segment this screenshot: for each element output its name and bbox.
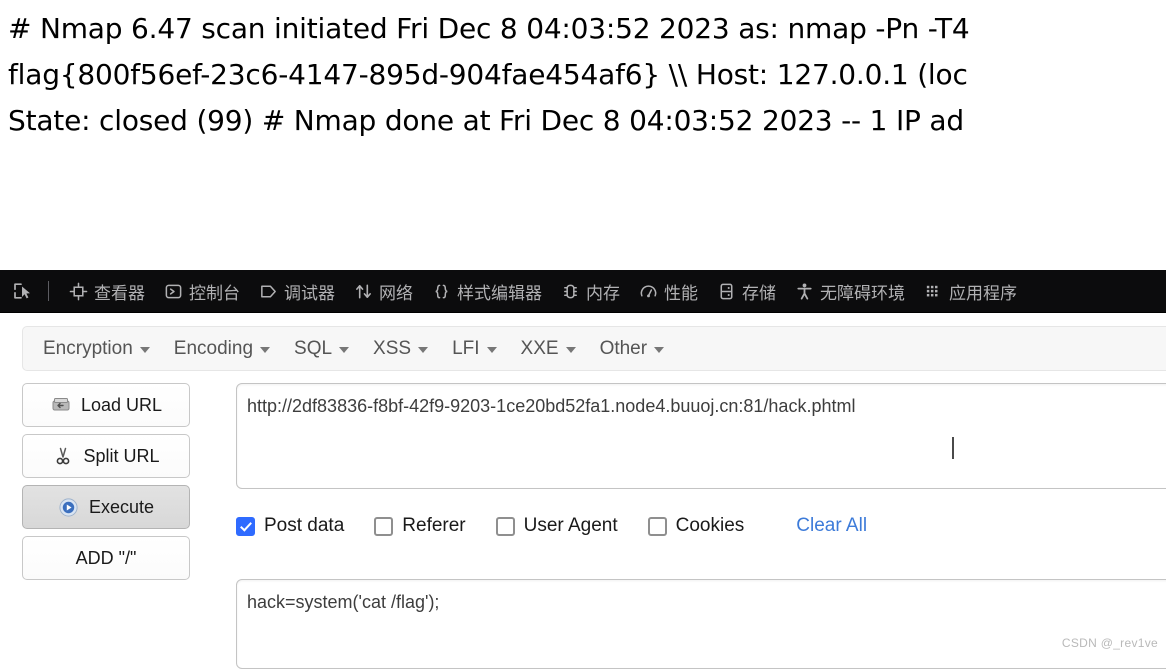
csdn-watermark: CSDN @_rev1ve bbox=[1061, 636, 1158, 650]
nmap-output-line: flag{800f56ef-23c6-4147-895d-904fae454af… bbox=[8, 58, 968, 91]
post-data-value: hack=system('cat /flag'); bbox=[247, 592, 440, 612]
chevron-down-icon bbox=[654, 347, 665, 353]
button-label: Execute bbox=[88, 496, 155, 517]
option-label: User Agent bbox=[523, 515, 618, 536]
option-label: Referer bbox=[402, 515, 466, 536]
post-data-checkbox[interactable] bbox=[236, 516, 255, 536]
devtools-tab-label: 存储 bbox=[742, 283, 776, 304]
devtools-tab-label: 网络 bbox=[379, 283, 413, 304]
button-label: Split URL bbox=[83, 445, 160, 466]
option-user-agent[interactable]: User Agent bbox=[495, 515, 618, 537]
menu-label: XSS bbox=[373, 337, 412, 359]
execute-button[interactable]: Execute bbox=[22, 485, 190, 529]
devtools-tab-console[interactable]: 控制台 bbox=[154, 270, 249, 312]
hackbar-menu-bar: Encryption Encoding SQL XSS LFI XXE Othe… bbox=[22, 326, 1166, 371]
menu-label: LFI bbox=[452, 337, 480, 359]
menu-xss[interactable]: XSS bbox=[361, 327, 440, 370]
option-label: Cookies bbox=[675, 515, 745, 536]
post-data-input[interactable]: hack=system('cat /flag'); bbox=[236, 579, 1166, 669]
toolbar-divider bbox=[48, 281, 49, 301]
button-label: Load URL bbox=[80, 394, 163, 415]
application-icon bbox=[923, 281, 943, 301]
hackbar-panel: Encryption Encoding SQL XSS LFI XXE Othe… bbox=[0, 313, 1166, 669]
chevron-down-icon bbox=[339, 347, 350, 353]
devtools-tab-debugger[interactable]: 调试器 bbox=[249, 270, 344, 312]
style-editor-icon bbox=[431, 281, 451, 301]
chevron-down-icon bbox=[486, 347, 497, 353]
menu-label: Encryption bbox=[43, 337, 133, 359]
devtools-tab-label: 调试器 bbox=[284, 283, 335, 304]
nmap-output-line: # Nmap 6.47 scan initiated Fri Dec 8 04:… bbox=[8, 12, 970, 45]
execute-icon bbox=[58, 496, 80, 518]
menu-label: Encoding bbox=[173, 337, 254, 359]
devtools-tab-label: 应用程序 bbox=[949, 283, 1017, 304]
network-icon bbox=[353, 281, 373, 301]
storage-icon bbox=[716, 281, 736, 301]
performance-icon bbox=[638, 281, 658, 301]
request-options-row: Post data Referer User Agent Cookies Cle… bbox=[236, 511, 867, 541]
menu-label: SQL bbox=[294, 337, 333, 359]
option-post-data[interactable]: Post data bbox=[236, 515, 344, 537]
option-referer[interactable]: Referer bbox=[374, 515, 466, 537]
menu-other[interactable]: Other bbox=[588, 327, 677, 370]
devtools-tab-label: 控制台 bbox=[189, 283, 240, 304]
devtools-tab-label: 查看器 bbox=[94, 283, 145, 304]
user-agent-checkbox[interactable] bbox=[495, 516, 515, 536]
load-url-icon bbox=[50, 394, 72, 416]
accessibility-icon bbox=[794, 281, 814, 301]
devtools-tab-label: 无障碍环境 bbox=[820, 283, 905, 304]
cookies-checkbox[interactable] bbox=[647, 516, 667, 536]
devtools-tab-performance[interactable]: 性能 bbox=[629, 270, 707, 312]
chevron-down-icon bbox=[139, 347, 150, 353]
add-slash-button[interactable]: ADD "/" bbox=[22, 536, 190, 580]
debugger-icon bbox=[258, 281, 278, 301]
url-input[interactable]: http://2df83836-f8bf-42f9-9203-1ce20bd52… bbox=[236, 383, 1166, 489]
devtools-tab-application[interactable]: 应用程序 bbox=[914, 270, 1026, 312]
menu-encryption[interactable]: Encryption bbox=[31, 327, 162, 370]
chevron-down-icon bbox=[418, 347, 429, 353]
devtools-toolbar: 查看器 控制台 调试器 网络 样式编辑器 内存 性能 存储 无障碍环境 应用程序 bbox=[0, 270, 1166, 313]
inspector-icon bbox=[68, 281, 88, 301]
option-cookies[interactable]: Cookies bbox=[647, 515, 745, 537]
chevron-down-icon bbox=[565, 347, 576, 353]
menu-encoding[interactable]: Encoding bbox=[162, 327, 282, 370]
chevron-down-icon bbox=[260, 347, 271, 353]
nmap-output-line: State: closed (99) # Nmap done at Fri De… bbox=[8, 104, 964, 137]
button-label: ADD "/" bbox=[75, 547, 137, 568]
devtools-tab-network[interactable]: 网络 bbox=[344, 270, 422, 312]
menu-lfi[interactable]: LFI bbox=[440, 327, 508, 370]
element-picker-icon[interactable] bbox=[8, 276, 38, 306]
load-url-button[interactable]: Load URL bbox=[22, 383, 190, 427]
option-label: Post data bbox=[264, 515, 345, 536]
devtools-tab-storage[interactable]: 存储 bbox=[707, 270, 785, 312]
hackbar-button-column: Load URL Split URL Execute ADD "/" bbox=[22, 383, 190, 587]
url-input-value: http://2df83836-f8bf-42f9-9203-1ce20bd52… bbox=[247, 396, 856, 416]
devtools-tab-label: 内存 bbox=[586, 283, 620, 304]
devtools-tab-style-editor[interactable]: 样式编辑器 bbox=[422, 270, 551, 312]
devtools-tab-accessibility[interactable]: 无障碍环境 bbox=[785, 270, 914, 312]
devtools-tab-inspector[interactable]: 查看器 bbox=[59, 270, 154, 312]
console-icon bbox=[163, 281, 183, 301]
devtools-tab-label: 性能 bbox=[664, 283, 698, 304]
clear-all-link[interactable]: Clear All bbox=[796, 515, 867, 537]
devtools-tab-memory[interactable]: 内存 bbox=[551, 270, 629, 312]
split-url-icon bbox=[52, 445, 74, 467]
menu-xxe[interactable]: XXE bbox=[509, 327, 588, 370]
menu-sql[interactable]: SQL bbox=[282, 327, 361, 370]
menu-label: Other bbox=[599, 337, 648, 359]
devtools-tab-label: 样式编辑器 bbox=[457, 283, 542, 304]
split-url-button[interactable]: Split URL bbox=[22, 434, 190, 478]
menu-label: XXE bbox=[520, 337, 559, 359]
memory-icon bbox=[560, 281, 580, 301]
referer-checkbox[interactable] bbox=[374, 516, 394, 536]
text-cursor bbox=[952, 437, 954, 459]
nmap-output-text: # Nmap 6.47 scan initiated Fri Dec 8 04:… bbox=[0, 0, 1166, 253]
